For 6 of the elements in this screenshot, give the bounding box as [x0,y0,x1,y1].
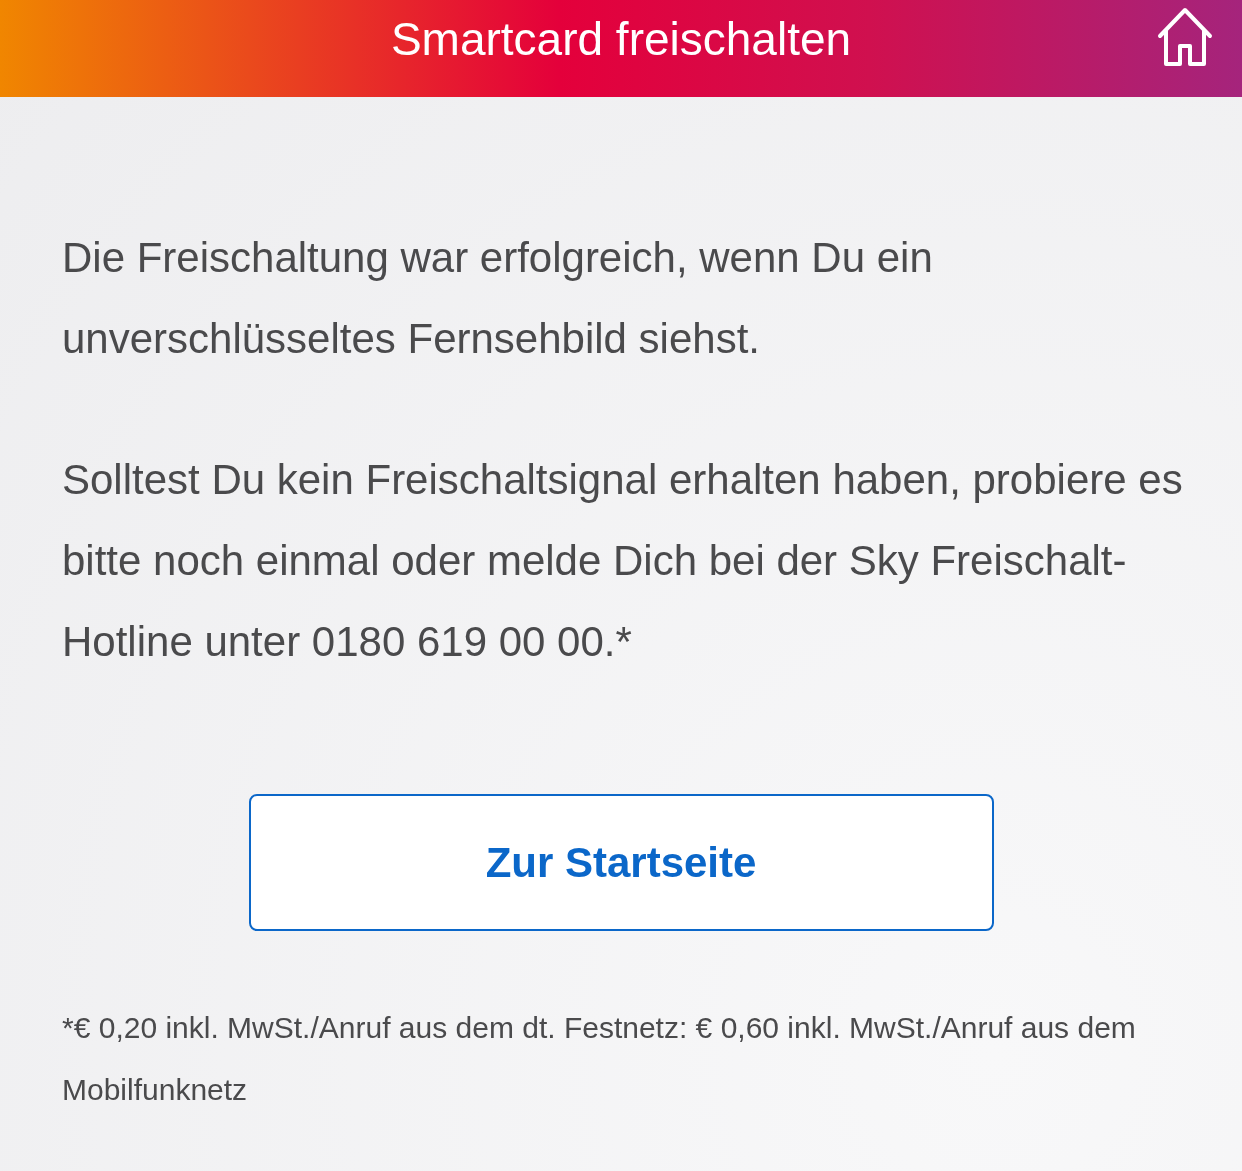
home-page-button[interactable]: Zur Startseite [248,794,994,931]
paragraph: Die Freischaltung war erfolgreich, wenn Du ein unverschlüsseltes Fernsehbild siehst. [62,233,934,364]
home-icon[interactable] [1156,6,1214,68]
page-title: Smartcard freischalten [390,15,852,67]
paragraph: Solltest Du kein Freischaltsignal erhalten haben, probiere es bitte noch einmal oder melde Dich bei der Sky Freischalt-Hotline unter 0180 619 00 00.* [62,455,1184,667]
footnote: *€ 0,20 inkl. MwSt./Anruf aus dem dt. Festnetz: € 0,60 inkl. MwSt./Anruf aus dem Mobilfunknetz [62,1010,1137,1108]
